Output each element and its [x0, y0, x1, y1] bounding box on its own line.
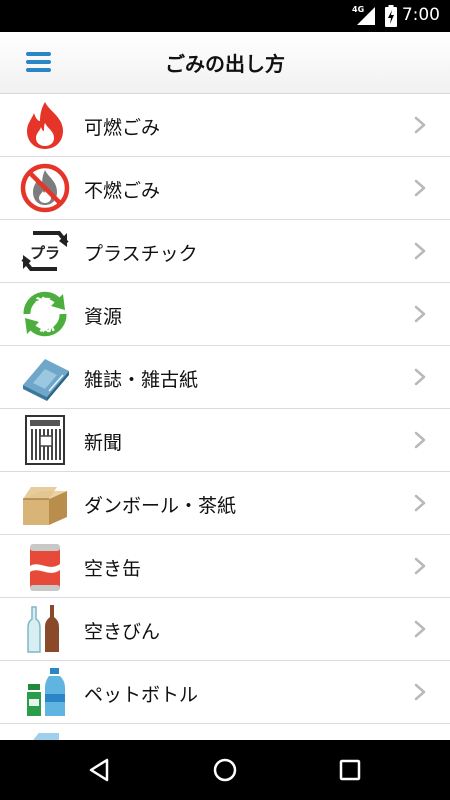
signal-icon [357, 7, 375, 25]
list-item-label: 資源 [84, 306, 123, 328]
list-item-cardboard[interactable]: ダンボール・茶紙 [0, 472, 450, 535]
plastic-recycle-icon: プラ [21, 231, 69, 271]
list-item-label: 空きびん [84, 621, 161, 643]
chevron-right-icon [414, 305, 426, 323]
list-item-partial[interactable] [0, 724, 450, 740]
chevron-right-icon [414, 494, 426, 512]
chevron-right-icon [414, 368, 426, 386]
list-item-label: 空き缶 [84, 558, 142, 580]
magazine-icon [23, 359, 69, 401]
list-item-label: 不燃ごみ [84, 180, 161, 202]
list-item-label: ダンボール・茶紙 [84, 495, 237, 517]
list-item-magazines[interactable]: 雑誌・雑古紙 [0, 346, 450, 409]
battery-charging-icon [385, 5, 397, 27]
list-item-pet-bottles[interactable]: ペットボトル [0, 661, 450, 724]
system-nav-bar [0, 740, 450, 800]
list-item-plastic[interactable]: プラ プラスチック [0, 220, 450, 283]
list-item-label: 新聞 [84, 432, 123, 454]
chevron-right-icon [414, 179, 426, 197]
recents-square-icon[interactable] [337, 757, 363, 783]
svg-text:資: 資 [35, 296, 50, 314]
category-list[interactable]: 可燃ごみ 不燃ごみ プラ プラスチック 資 源 資源 雑誌・雑古紙 新聞 ダンボ… [0, 94, 450, 740]
list-item-newspaper[interactable]: 新聞 [0, 409, 450, 472]
chevron-right-icon [414, 242, 426, 260]
list-item-burnable[interactable]: 可燃ごみ [0, 94, 450, 157]
back-triangle-icon[interactable] [87, 757, 113, 783]
chevron-right-icon [414, 683, 426, 701]
list-item-label: ペットボトル [84, 684, 199, 706]
no-burn-icon [20, 163, 70, 213]
list-item-cans[interactable]: 空き缶 [0, 535, 450, 598]
pet-bottle-icon [27, 668, 65, 716]
bottles-icon [27, 605, 59, 653]
list-item-resources[interactable]: 資 源 資源 [0, 283, 450, 346]
home-circle-icon[interactable] [212, 757, 238, 783]
chevron-right-icon [414, 431, 426, 449]
list-item-label: 雑誌・雑古紙 [84, 369, 199, 391]
chevron-right-icon [414, 620, 426, 638]
milk-carton-icon [33, 733, 59, 740]
resource-recycle-icon: 資 源 [23, 291, 67, 337]
list-item-non-burnable[interactable]: 不燃ごみ [0, 157, 450, 220]
list-item-label: プラスチック [84, 243, 198, 265]
cardboard-box-icon [23, 487, 67, 525]
app-bar: ごみの出し方 [0, 32, 450, 94]
svg-text:プラ: プラ [30, 244, 60, 262]
flame-icon [27, 102, 63, 149]
newspaper-icon [25, 415, 65, 465]
svg-text:源: 源 [39, 316, 54, 334]
status-bar: 4G 7:00 [0, 0, 450, 32]
chevron-right-icon [414, 557, 426, 575]
clock: 7:00 [401, 5, 440, 25]
can-icon [30, 544, 60, 591]
list-item-label: 可燃ごみ [84, 117, 161, 139]
list-item-bottles[interactable]: 空きびん [0, 598, 450, 661]
chevron-right-icon [414, 116, 426, 134]
page-title: ごみの出し方 [165, 52, 285, 76]
